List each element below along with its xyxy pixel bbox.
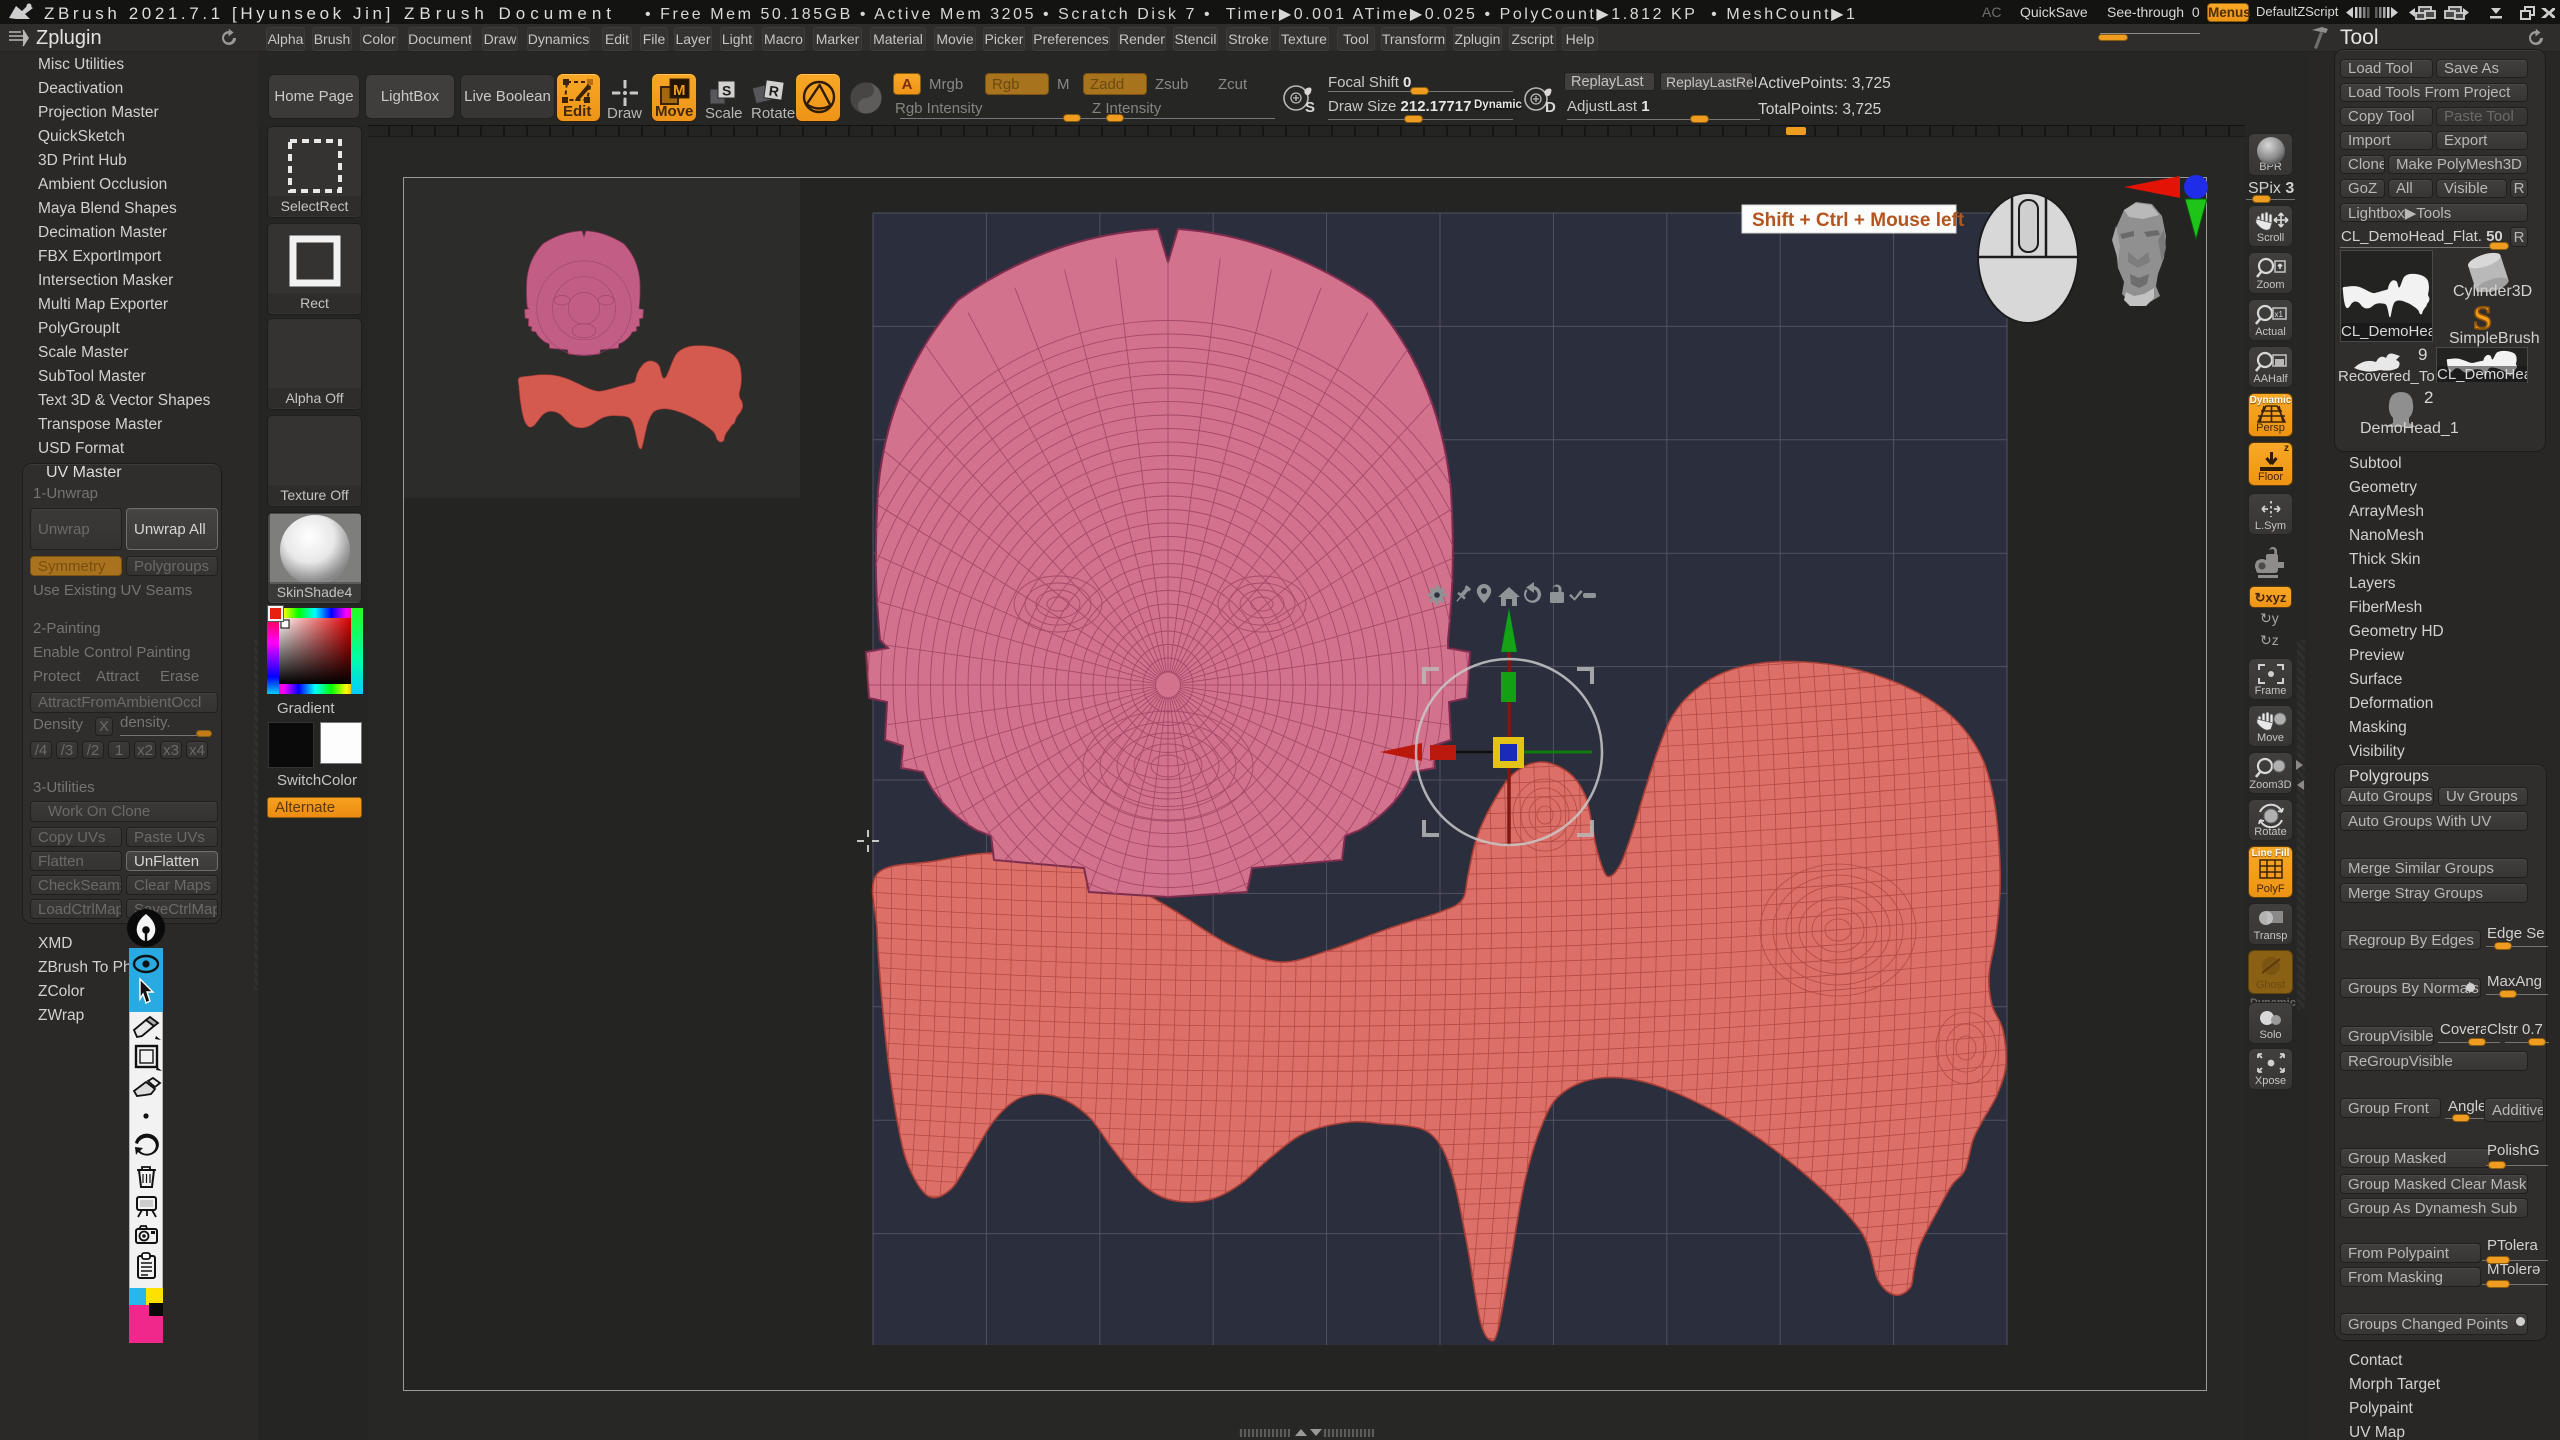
svg-text:S: S [722, 83, 731, 99]
svg-text:Shift + Ctrl + Mouse left: Shift + Ctrl + Mouse left [1752, 210, 1965, 231]
svg-text:D: D [1545, 99, 1556, 116]
svg-text:M: M [673, 82, 686, 99]
svg-text:x1: x1 [2275, 310, 2284, 319]
svg-text:S: S [2473, 300, 2492, 332]
svg-text:S: S [1305, 99, 1315, 116]
